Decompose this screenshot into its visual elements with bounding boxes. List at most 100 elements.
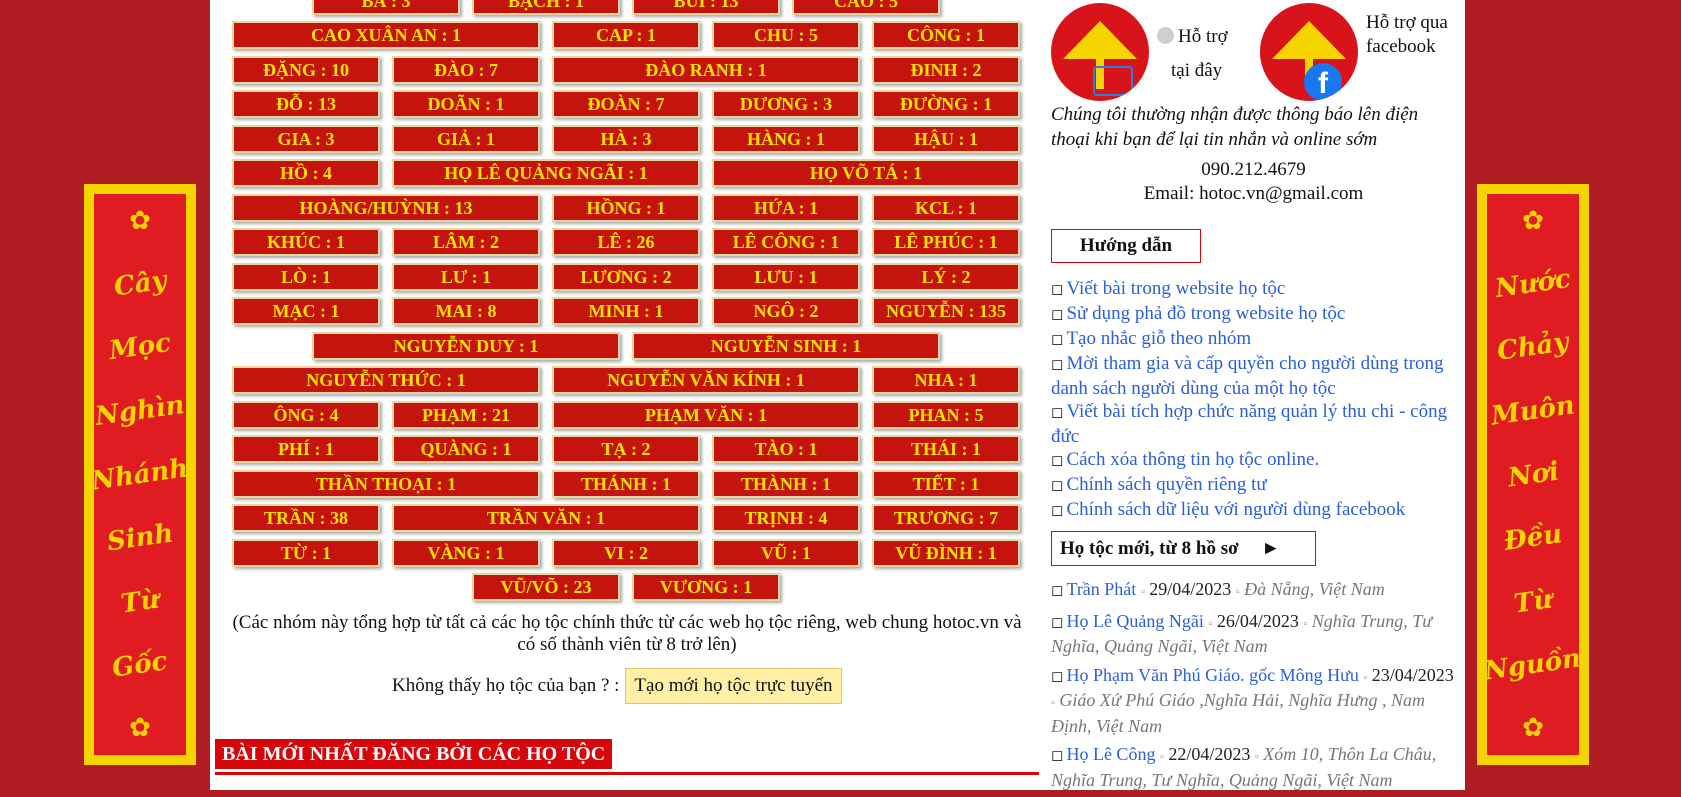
new-clan-link[interactable]: Họ Lê Công	[1066, 744, 1155, 764]
name-group-button[interactable]: HÀNG : 1	[712, 124, 860, 153]
name-group-button[interactable]: BẠCH : 1	[472, 0, 620, 15]
name-group-button[interactable]: LÊ CÔNG : 1	[712, 228, 860, 256]
name-group-button[interactable]: GIA : 3	[232, 124, 380, 153]
create-clan-button[interactable]: Tạo mới họ tộc trực tuyến	[625, 668, 842, 704]
new-clan-link[interactable]: Trần Phát	[1066, 579, 1136, 599]
name-group-button[interactable]: HỒNG : 1	[552, 193, 700, 222]
name-group-button[interactable]: LÊ : 26	[552, 228, 700, 256]
name-group-button[interactable]: ĐÀO : 7	[392, 55, 540, 84]
name-group-button[interactable]: PHẠM : 21	[392, 400, 540, 429]
new-clans-title-box[interactable]: Họ tộc mới, từ 8 hồ sơ ►	[1051, 531, 1316, 566]
name-group-button[interactable]: BÙI : 13	[632, 0, 780, 15]
name-group-button[interactable]: HOÀNG/HUỲNH : 13	[232, 193, 540, 222]
name-group-button[interactable]: TRƯƠNG : 7	[872, 504, 1020, 532]
new-clan-link[interactable]: Họ Phạm Văn Phú Giáo. gốc Mông Hưu	[1066, 665, 1358, 685]
name-group-button[interactable]: HỌ LÊ QUẢNG NGÃI : 1	[392, 159, 700, 187]
name-group-button[interactable]: VÀNG : 1	[392, 538, 540, 567]
name-group-button[interactable]: PHAN : 5	[872, 400, 1020, 429]
name-group-button[interactable]: KHÚC : 1	[232, 228, 380, 256]
name-group-button[interactable]: MINH : 1	[552, 297, 700, 325]
name-group-button[interactable]: HÀ : 3	[552, 124, 700, 153]
name-group-button[interactable]: LÝ : 2	[872, 262, 1020, 291]
name-group-button[interactable]: HỌ VÕ TÁ : 1	[712, 159, 1020, 187]
name-group-button[interactable]: THẦN THOẠI : 1	[232, 469, 540, 498]
name-group-button[interactable]: HẬU : 1	[872, 124, 1020, 153]
name-group-button[interactable]: LƯƠNG : 2	[552, 262, 700, 291]
bullet-square-icon: ◻	[1051, 503, 1064, 519]
name-group-button[interactable]: NGUYỄN DUY : 1	[312, 331, 620, 360]
name-group-button[interactable]: MẠC : 1	[232, 297, 380, 325]
name-group-button[interactable]: TIẾT : 1	[872, 469, 1020, 498]
name-group-button[interactable]: TÀO : 1	[712, 435, 860, 463]
name-group-button[interactable]: HỨA : 1	[712, 193, 860, 222]
name-group-button[interactable]: ĐỖ : 13	[232, 90, 380, 118]
name-group-button[interactable]: THÀNH : 1	[712, 469, 860, 498]
name-group-button[interactable]: NGUYỄN VĂN KÍNH : 1	[552, 366, 860, 394]
guide-link[interactable]: Cách xóa thông tin họ tộc online.	[1066, 449, 1319, 470]
name-group-button[interactable]: CHU : 5	[712, 21, 860, 49]
name-group-button[interactable]: GIẢ : 1	[392, 124, 540, 153]
left-banner: ✿ Cây Mọc Nghìn Nhánh Sinh Từ Gốc ✿	[84, 184, 196, 765]
name-group-button[interactable]: TRẦN : 38	[232, 504, 380, 532]
name-group-button[interactable]: CAP : 1	[552, 21, 700, 49]
name-group-button[interactable]: VŨ : 1	[712, 538, 860, 567]
support-here[interactable]: Hỗ trợ tại đây	[1051, 3, 1228, 101]
name-group-button[interactable]: NGUYỄN SINH : 1	[632, 331, 940, 360]
name-group-button[interactable]: PHẠM VĂN : 1	[552, 400, 860, 429]
name-group-button[interactable]: LƯ : 1	[392, 262, 540, 291]
bullet-square-icon: ◻	[1051, 478, 1064, 494]
guide-link[interactable]: Chính sách quyền riêng tư	[1066, 474, 1266, 495]
name-group-button[interactable]: PHÍ : 1	[232, 435, 380, 463]
name-group-button[interactable]: TẠ : 2	[552, 435, 700, 463]
name-group-button[interactable]: ĐÀO RANH : 1	[552, 55, 860, 84]
guide-link[interactable]: Sử dụng phả đồ trong website họ tộc	[1066, 303, 1345, 324]
name-group-button[interactable]: DƯƠNG : 3	[712, 90, 860, 118]
guide-link[interactable]: Tạo nhắc giỗ theo nhóm	[1066, 328, 1251, 349]
name-group-button[interactable]: LƯU : 1	[712, 262, 860, 291]
name-group-button[interactable]: VŨ/VÕ : 23	[472, 573, 620, 601]
name-group-button[interactable]: TRẦN VĂN : 1	[392, 504, 700, 532]
name-group-button[interactable]: VƯƠNG : 1	[632, 573, 780, 601]
name-group-button[interactable]: NGUYỄN THỨC : 1	[232, 366, 540, 394]
new-clan-link[interactable]: Họ Lê Quảng Ngãi	[1066, 611, 1203, 631]
name-group-button[interactable]: BÁ : 3	[312, 0, 460, 15]
name-group-button[interactable]: QUÀNG : 1	[392, 435, 540, 463]
guide-link-item: ◻ Viết bài tích hợp chức năng quản lý thu…	[1051, 400, 1451, 448]
name-group-button[interactable]: VI : 2	[552, 538, 700, 567]
name-group-button[interactable]: THÁNH : 1	[552, 469, 700, 498]
name-group-button[interactable]: CAO : 5	[792, 0, 940, 15]
name-group-button[interactable]: NGUYỄN : 135	[872, 297, 1020, 325]
name-group-button[interactable]: LÒ : 1	[232, 262, 380, 291]
name-group-button[interactable]: TRỊNH : 4	[712, 504, 860, 532]
name-group-button[interactable]: TỪ : 1	[232, 538, 380, 567]
guide-link[interactable]: Mời tham gia và cấp quyền cho người dùng…	[1051, 353, 1444, 399]
name-group-button[interactable]: ĐẶNG : 10	[232, 55, 380, 84]
name-group-button[interactable]: CAO XUÂN AN : 1	[232, 21, 540, 49]
name-group-button[interactable]: CÔNG : 1	[872, 21, 1020, 49]
name-group-button[interactable]: ÔNG : 4	[232, 400, 380, 429]
name-group-button[interactable]: ĐƯỜNG : 1	[872, 90, 1020, 118]
name-group-button[interactable]: ĐOÀN : 7	[552, 90, 700, 118]
name-group-button[interactable]: HỒ : 4	[232, 159, 380, 187]
name-group-button[interactable]: NGÔ : 2	[712, 297, 860, 325]
name-group-button[interactable]: MAI : 8	[392, 297, 540, 325]
name-group-button[interactable]: VŨ ĐÌNH : 1	[872, 538, 1020, 567]
support-facebook[interactable]: f Hỗ trợ qua facebook	[1260, 3, 1448, 101]
name-group-button[interactable]: DOÃN : 1	[392, 90, 540, 118]
name-group-button[interactable]: NHA : 1	[872, 366, 1020, 394]
bullet-square-icon: ◻	[1051, 583, 1064, 599]
new-clan-place: Đà Nẵng, Việt Nam	[1244, 579, 1385, 599]
name-group-button[interactable]: KCL : 1	[872, 193, 1020, 222]
name-group-button[interactable]: THÁI : 1	[872, 435, 1020, 463]
name-group-button[interactable]: LÊ PHÚC : 1	[872, 228, 1020, 256]
guide-link[interactable]: Viết bài tích hợp chức năng quản lý thu …	[1051, 401, 1447, 447]
guide-link[interactable]: Chính sách dữ liệu với người dùng facebo…	[1066, 499, 1405, 520]
banner-word: Nước	[1493, 263, 1573, 304]
support-fb-label: Hỗ trợ qua	[1366, 12, 1448, 33]
name-group-button[interactable]: LÂM : 2	[392, 228, 540, 256]
bullet-square-icon: ◻	[1051, 332, 1064, 348]
name-group-button[interactable]: ĐINH : 2	[872, 55, 1020, 84]
latest-posts-divider	[215, 772, 1039, 775]
guide-link[interactable]: Viết bài trong website họ tộc	[1066, 278, 1285, 299]
new-clan-item: ◻ Họ Lê Công ▫ 22/04/2023 ▫ Xóm 10, Thôn …	[1051, 743, 1456, 791]
